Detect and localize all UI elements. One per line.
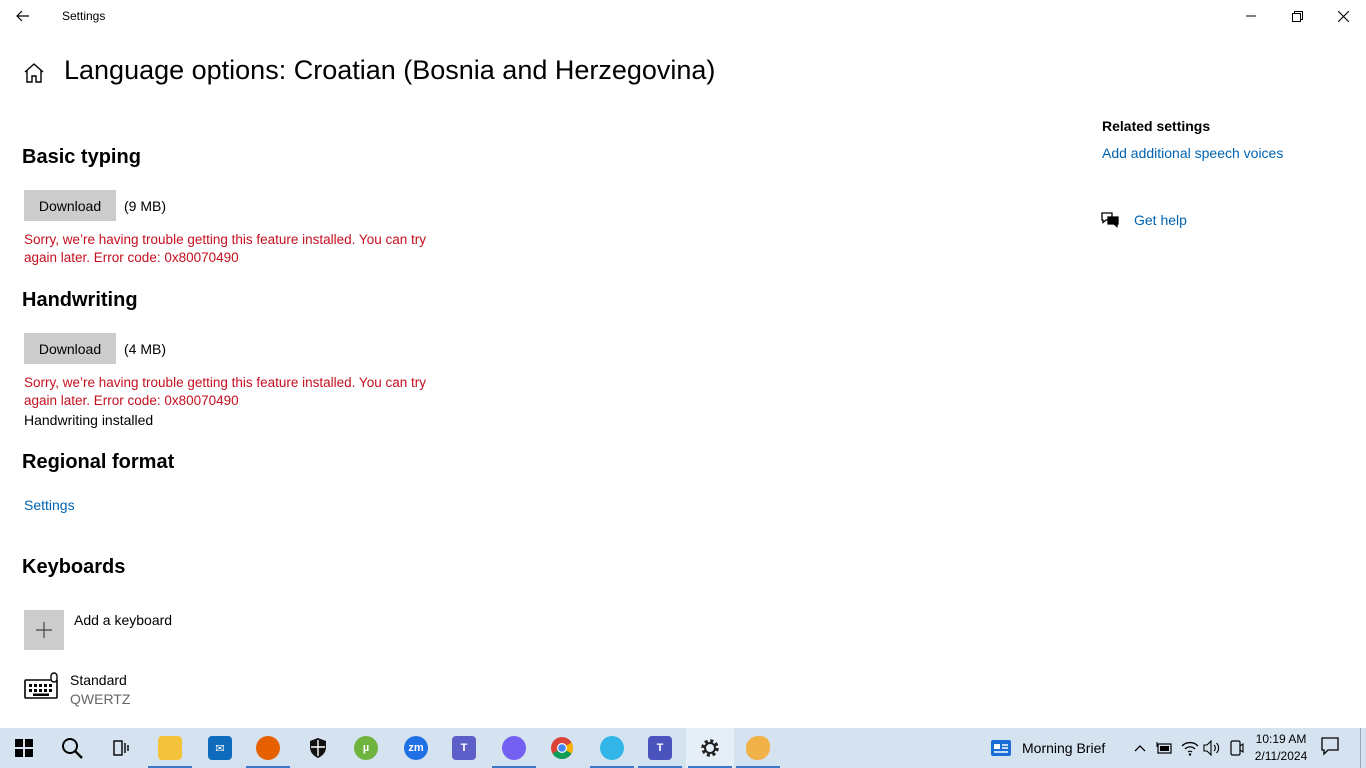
close-icon xyxy=(1337,10,1349,22)
regional-format-settings-link[interactable]: Settings xyxy=(24,497,75,513)
search-icon xyxy=(62,738,83,759)
basic-typing-error: Sorry, we’re having trouble getting this… xyxy=(24,232,426,265)
taskbar-utorrent[interactable]: µ xyxy=(342,728,390,768)
taskbar-chrome[interactable] xyxy=(538,728,586,768)
handwriting-error: Sorry, we’re having trouble getting this… xyxy=(24,375,426,408)
task-view-icon xyxy=(113,740,129,756)
add-keyboard-label[interactable]: Add a keyboard xyxy=(74,612,172,628)
taskbar-viber[interactable] xyxy=(490,728,538,768)
start-button[interactable] xyxy=(0,728,48,768)
battery-button[interactable] xyxy=(1155,738,1175,758)
basic-typing-heading: Basic typing xyxy=(22,146,141,168)
handwriting-heading: Handwriting xyxy=(22,289,138,311)
settings-icon xyxy=(701,739,719,757)
viber-icon xyxy=(502,736,526,760)
back-button[interactable] xyxy=(0,0,46,32)
regional-format-heading: Regional format xyxy=(22,451,175,473)
plus-icon xyxy=(36,622,52,638)
related-settings-heading: Related settings xyxy=(1102,118,1211,134)
security-icon xyxy=(310,738,326,758)
taskbar-file-explorer[interactable] xyxy=(146,728,194,768)
news-label: Morning Brief xyxy=(1022,740,1106,756)
taskbar-zoom[interactable]: zm xyxy=(392,728,440,768)
taskbar-paint[interactable] xyxy=(734,728,782,768)
restore-icon xyxy=(1291,10,1303,22)
app-icon xyxy=(600,736,624,760)
taskbar-security[interactable] xyxy=(294,728,342,768)
chevron-up-icon xyxy=(1134,745,1146,752)
taskbar-search-button[interactable] xyxy=(48,728,96,768)
taskbar: ✉ µ zm T T Morning Brief 10:19 AM 2/11/2… xyxy=(0,728,1366,768)
taskbar-settings[interactable] xyxy=(686,728,734,768)
get-help-link[interactable]: Get help xyxy=(1134,212,1187,228)
file-explorer-icon xyxy=(158,736,182,760)
app-title: Settings xyxy=(62,9,106,23)
handwriting-status: Handwriting installed xyxy=(24,412,154,428)
minimize-icon xyxy=(1246,15,1256,17)
taskbar-teams[interactable]: T xyxy=(440,728,488,768)
teams-work-icon: T xyxy=(648,736,672,760)
handwriting-size: (4 MB) xyxy=(124,341,166,357)
phone-icon xyxy=(1230,740,1244,756)
news-icon xyxy=(991,740,1011,756)
zoom-icon: zm xyxy=(404,736,428,760)
back-arrow-icon xyxy=(16,10,29,22)
keyboard-icon xyxy=(24,672,60,702)
keyboard-name: Standard xyxy=(70,672,127,688)
windows-logo-icon xyxy=(15,739,33,757)
taskbar-app[interactable] xyxy=(588,728,636,768)
basic-typing-size: (9 MB) xyxy=(124,198,166,214)
task-view-button[interactable] xyxy=(96,728,144,768)
firefox-icon xyxy=(256,736,280,760)
wifi-icon xyxy=(1181,741,1199,756)
basic-typing-download-button[interactable]: Download xyxy=(24,190,116,221)
show-desktop-button[interactable] xyxy=(1360,728,1366,768)
news-widget[interactable]: Morning Brief xyxy=(990,728,1105,768)
keyboards-heading: Keyboards xyxy=(22,556,126,578)
minimize-button[interactable] xyxy=(1228,0,1274,32)
taskbar-teams-work[interactable]: T xyxy=(636,728,684,768)
action-center-button[interactable] xyxy=(1320,736,1346,760)
notification-icon xyxy=(1321,737,1339,756)
add-speech-voices-link[interactable]: Add additional speech voices xyxy=(1102,145,1283,161)
meet-now-button[interactable] xyxy=(1227,738,1247,758)
page-title: Language options: Croatian (Bosnia and H… xyxy=(64,55,716,85)
speaker-icon xyxy=(1203,740,1220,756)
get-help-icon xyxy=(1100,210,1120,230)
paint-icon xyxy=(746,736,770,760)
add-keyboard-button[interactable] xyxy=(24,610,64,650)
mail-icon: ✉ xyxy=(208,736,232,760)
handwriting-download-button[interactable]: Download xyxy=(24,333,116,364)
utorrent-icon: µ xyxy=(354,736,378,760)
keyboard-layout: QWERTZ xyxy=(70,691,131,707)
close-button[interactable] xyxy=(1320,0,1366,32)
chrome-icon xyxy=(551,737,573,759)
volume-button[interactable] xyxy=(1202,738,1222,758)
taskbar-firefox[interactable] xyxy=(244,728,292,768)
teams-icon: T xyxy=(452,736,476,760)
title-bar: Settings xyxy=(0,0,1366,32)
home-button[interactable] xyxy=(22,61,46,85)
clock-date: 2/11/2024 xyxy=(1254,749,1308,763)
home-icon xyxy=(24,63,44,83)
clock-time: 10:19 AM xyxy=(1255,732,1307,746)
network-button[interactable] xyxy=(1180,738,1200,758)
restore-button[interactable] xyxy=(1274,0,1320,32)
show-hidden-icons-button[interactable] xyxy=(1130,738,1150,758)
battery-icon xyxy=(1156,742,1172,754)
taskbar-mail[interactable]: ✉ xyxy=(196,728,244,768)
taskbar-clock[interactable]: 10:19 AM 2/11/2024 xyxy=(1248,731,1314,765)
